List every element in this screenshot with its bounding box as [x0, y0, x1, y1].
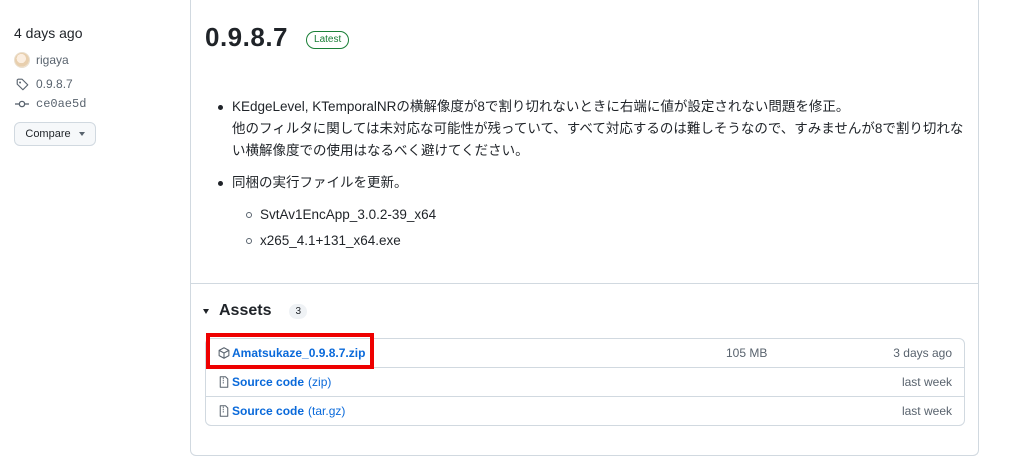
- release-notes: KEdgeLevel, KTemporalNRの横解像度が8で割り切れないときに…: [205, 96, 965, 262]
- file-zip-icon: [218, 376, 230, 388]
- note-text: 他のフィルタに関しては未対応な可能性が残っていて、すべて対応するのは難しそうなの…: [232, 121, 964, 158]
- triangle-down-icon: [203, 308, 209, 314]
- commit-hash[interactable]: ce0ae5d: [36, 97, 86, 111]
- git-commit-icon: [14, 96, 30, 112]
- section-divider: [191, 283, 978, 284]
- assets-list: Amatsukaze_0.9.8.7.zip 105 MB 3 days ago…: [205, 338, 965, 426]
- asset-row: Source code (zip) last week: [206, 367, 964, 396]
- release-title[interactable]: 0.9.8.7: [205, 22, 288, 53]
- asset-link-label[interactable]: Source code: [232, 375, 304, 389]
- note-text: 同梱の実行ファイルを更新。: [232, 175, 408, 190]
- release-sidebar: 4 days ago rigaya 0.9.8.7 ce0ae5d Compar…: [14, 24, 184, 146]
- tag-row[interactable]: 0.9.8.7: [14, 76, 184, 92]
- asset-row: Amatsukaze_0.9.8.7.zip 105 MB 3 days ago: [206, 339, 964, 367]
- author-row[interactable]: rigaya: [14, 52, 184, 68]
- release-date: 4 days ago: [14, 25, 83, 41]
- asset-date: last week: [901, 404, 952, 418]
- author-name[interactable]: rigaya: [36, 53, 69, 67]
- asset-row: Source code (tar.gz) last week: [206, 396, 964, 425]
- commit-row[interactable]: ce0ae5d: [14, 96, 184, 112]
- package-icon: [218, 347, 230, 359]
- asset-date: last week: [901, 375, 952, 389]
- sub-note-item: SvtAv1EncApp_3.0.2-39_x64: [246, 204, 965, 226]
- note-item: 同梱の実行ファイルを更新。 SvtAv1EncApp_3.0.2-39_x64 …: [218, 172, 965, 252]
- asset-size: 105 MB: [726, 346, 768, 360]
- source-code-zip-link[interactable]: Source code (zip): [232, 375, 331, 389]
- avatar: [14, 52, 30, 68]
- asset-date: 3 days ago: [893, 346, 952, 360]
- chevron-down-icon: [78, 132, 85, 136]
- compare-button[interactable]: Compare: [14, 122, 96, 146]
- assets-count-badge: 3: [289, 303, 308, 319]
- asset-link-zip[interactable]: Amatsukaze_0.9.8.7.zip: [232, 346, 365, 360]
- assets-toggle[interactable]: Assets 3: [203, 302, 308, 320]
- sub-note-item: x265_4.1+131_x64.exe: [246, 230, 965, 252]
- tag-name[interactable]: 0.9.8.7: [36, 77, 73, 91]
- asset-format[interactable]: (zip): [308, 375, 331, 389]
- asset-format[interactable]: (tar.gz): [308, 404, 345, 418]
- compare-button-label: Compare: [25, 128, 71, 140]
- latest-badge: Latest: [306, 30, 350, 49]
- assets-title: Assets: [219, 302, 272, 319]
- release-card: 0.9.8.7 Latest KEdgeLevel, KTemporalNRの横…: [190, 0, 979, 456]
- release-header: 0.9.8.7 Latest: [205, 22, 350, 53]
- asset-link-label[interactable]: Source code: [232, 404, 304, 418]
- tag-icon: [14, 76, 30, 92]
- note-item: KEdgeLevel, KTemporalNRの横解像度が8で割り切れないときに…: [218, 96, 965, 162]
- source-code-targz-link[interactable]: Source code (tar.gz): [232, 404, 345, 418]
- file-zip-icon: [218, 405, 230, 417]
- note-text: KEdgeLevel, KTemporalNRの横解像度が8で割り切れないときに…: [232, 99, 850, 114]
